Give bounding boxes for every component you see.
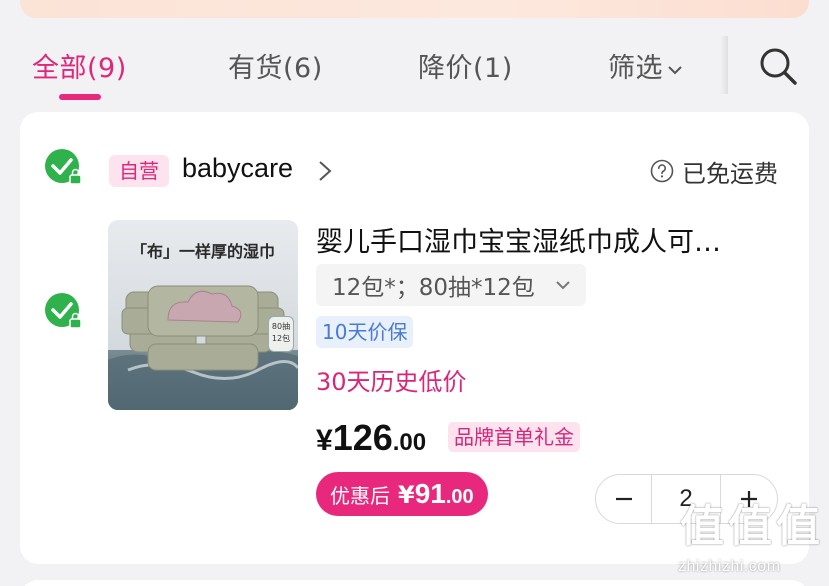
help-icon[interactable] — [650, 159, 674, 183]
watermark-char: 值 — [680, 501, 724, 552]
tab-filter[interactable]: 筛选 — [608, 46, 683, 85]
chevron-down-icon — [556, 281, 570, 290]
shipping-text: 已免运费 — [682, 159, 778, 188]
self-operated-tag: 自营 — [109, 155, 169, 187]
tab-price-drop[interactable]: 降价(1) — [418, 46, 513, 85]
brand-gift-tag: 品牌首单礼金 — [448, 422, 580, 452]
price-integer: 126 — [332, 417, 393, 458]
after-discount-currency: ¥ — [398, 481, 415, 509]
watermark-logo: 值 值 值 — [680, 502, 820, 554]
product-image-badge-line2: 12包 — [271, 334, 291, 343]
product-image-caption: 「布」一样厚的湿巾 — [130, 242, 275, 261]
price-decimal: .00 — [392, 429, 427, 456]
active-tab-indicator — [59, 94, 101, 100]
filter-tabs: 全部(9) 有货(6) 降价(1) 筛选 — [0, 36, 829, 106]
tab-in-stock[interactable]: 有货(6) — [228, 46, 323, 85]
price-currency: ¥ — [316, 424, 333, 457]
next-card — [20, 580, 809, 586]
product-title[interactable]: 婴儿手口湿巾宝宝湿纸巾成人可… — [316, 220, 776, 259]
after-discount-label: 优惠后 — [330, 484, 390, 508]
price: ¥ 126 .00 — [316, 417, 426, 459]
spec-selector[interactable]: 12包*；80抽*12包 — [316, 264, 586, 306]
product-image-badge-line1: 80抽 — [271, 322, 291, 331]
watermark-char: 值 — [728, 501, 772, 552]
item-check-icon[interactable] — [44, 292, 84, 332]
chevron-right-icon[interactable] — [316, 159, 334, 183]
decrease-button[interactable] — [596, 475, 651, 523]
store-name[interactable]: babycare — [182, 153, 293, 184]
history-low-price-label: 30天历史低价 — [316, 368, 467, 396]
spec-text: 12包*；80抽*12包 — [332, 275, 535, 301]
search-icon[interactable] — [758, 46, 798, 86]
watermark-char: 值 — [776, 501, 820, 552]
shipping-info: 已免运费 — [650, 157, 778, 188]
product-image-badge: 80抽 12包 — [268, 316, 294, 352]
minus-icon — [615, 497, 632, 501]
price-protect-tag: 10天价保 — [316, 316, 414, 348]
top-banner — [20, 0, 809, 18]
tab-filter-label: 筛选 — [608, 53, 663, 84]
tab-divider — [720, 36, 728, 94]
after-discount-price: 优惠后 ¥ 91 .00 — [316, 472, 488, 516]
chevron-down-icon — [668, 65, 682, 74]
tab-all[interactable]: 全部(9) — [32, 46, 127, 85]
store-check-icon[interactable] — [44, 148, 84, 188]
product-image[interactable]: 「布」一样厚的湿巾 80抽 12包 — [108, 220, 298, 410]
after-discount-decimal: .00 — [445, 486, 474, 508]
after-discount-integer: 91 — [414, 478, 446, 509]
watermark-url: zhizhizhi.com — [678, 558, 781, 575]
cart-item-card: 自营 babycare 已免运费 「布」一样厚的湿巾 80抽 12包 婴儿手口湿… — [20, 112, 809, 564]
